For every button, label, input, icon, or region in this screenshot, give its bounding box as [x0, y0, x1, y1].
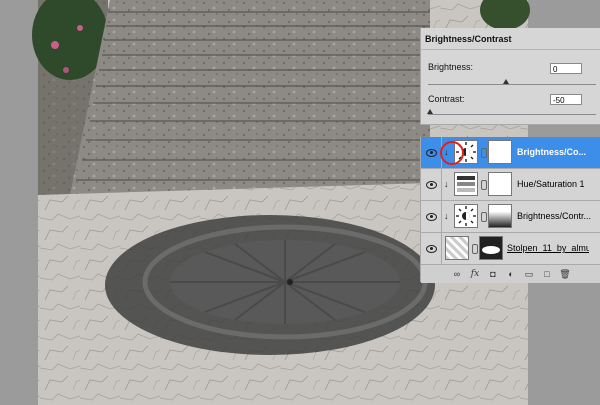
highlight-circle-annotation [440, 141, 464, 165]
chain-link-icon[interactable] [481, 180, 487, 190]
chain-link-icon[interactable] [481, 212, 487, 222]
layer-row-hue-saturation[interactable]: ↓ Hue/Saturation 1 [421, 169, 600, 201]
eye-icon [426, 149, 437, 157]
brightness-adjustment-icon [454, 204, 478, 228]
sun-emblem-shadow [105, 215, 435, 355]
contrast-slider-thumb[interactable] [427, 109, 433, 114]
link-layers-icon[interactable]: ∞ [451, 268, 463, 280]
visibility-toggle[interactable] [421, 233, 442, 264]
folder-icon[interactable]: ▭ [523, 268, 535, 280]
stone-stairs [70, 0, 430, 195]
trash-icon[interactable]: 🗑 [559, 268, 571, 280]
contrast-slider-track[interactable] [428, 114, 596, 115]
adjustment-layer-icon[interactable]: ◐ [505, 268, 517, 280]
brightness-label: Brightness: [428, 62, 474, 72]
layer-row-brightness-contrast-1[interactable]: ↓ Brightness/Contr... [421, 201, 600, 233]
add-mask-icon[interactable]: ◘ [487, 268, 499, 280]
visibility-toggle[interactable] [421, 137, 442, 168]
divider [421, 49, 600, 50]
visibility-toggle[interactable] [421, 169, 442, 200]
eye-icon [426, 245, 437, 253]
layer-row-stolpen-image[interactable]: Stolpen_11_by_almud... [421, 233, 600, 265]
brightness-slider-thumb[interactable] [503, 79, 509, 84]
eye-icon [426, 181, 437, 189]
layer-mask-thumbnail[interactable] [479, 236, 503, 260]
clip-arrow-icon: ↓ [444, 211, 449, 221]
layer-name: Brightness/Co... [517, 147, 587, 157]
layer-name: Stolpen_11_by_almud... [507, 243, 589, 253]
panel-title: Brightness/Contrast [425, 34, 512, 44]
contrast-value-field[interactable]: -50 [550, 94, 582, 105]
contrast-label: Contrast: [428, 94, 465, 104]
chain-link-icon[interactable] [481, 148, 487, 158]
eye-icon [426, 213, 437, 221]
brightness-value-field[interactable]: 0 [550, 63, 582, 74]
chain-link-icon[interactable] [472, 244, 478, 254]
hue-saturation-adjustment-icon [454, 172, 478, 196]
layer-mask-thumbnail[interactable] [488, 204, 512, 228]
layers-footer-toolbar: ∞ fx ◘ ◐ ▭ □ 🗑 [421, 264, 600, 283]
brightness-slider-track[interactable] [428, 84, 596, 85]
new-layer-icon[interactable]: □ [541, 268, 553, 280]
clip-arrow-icon: ↓ [444, 179, 449, 189]
layer-name: Hue/Saturation 1 [517, 179, 585, 189]
layer-thumbnail[interactable] [445, 236, 469, 260]
layer-mask-thumbnail[interactable] [488, 172, 512, 196]
layer-name: Brightness/Contr... [517, 211, 592, 221]
brightness-contrast-panel: Brightness/Contrast Brightness: Contrast… [420, 28, 600, 125]
layer-mask-thumbnail[interactable] [488, 140, 512, 164]
layer-style-icon[interactable]: fx [469, 268, 481, 280]
visibility-toggle[interactable] [421, 201, 442, 232]
